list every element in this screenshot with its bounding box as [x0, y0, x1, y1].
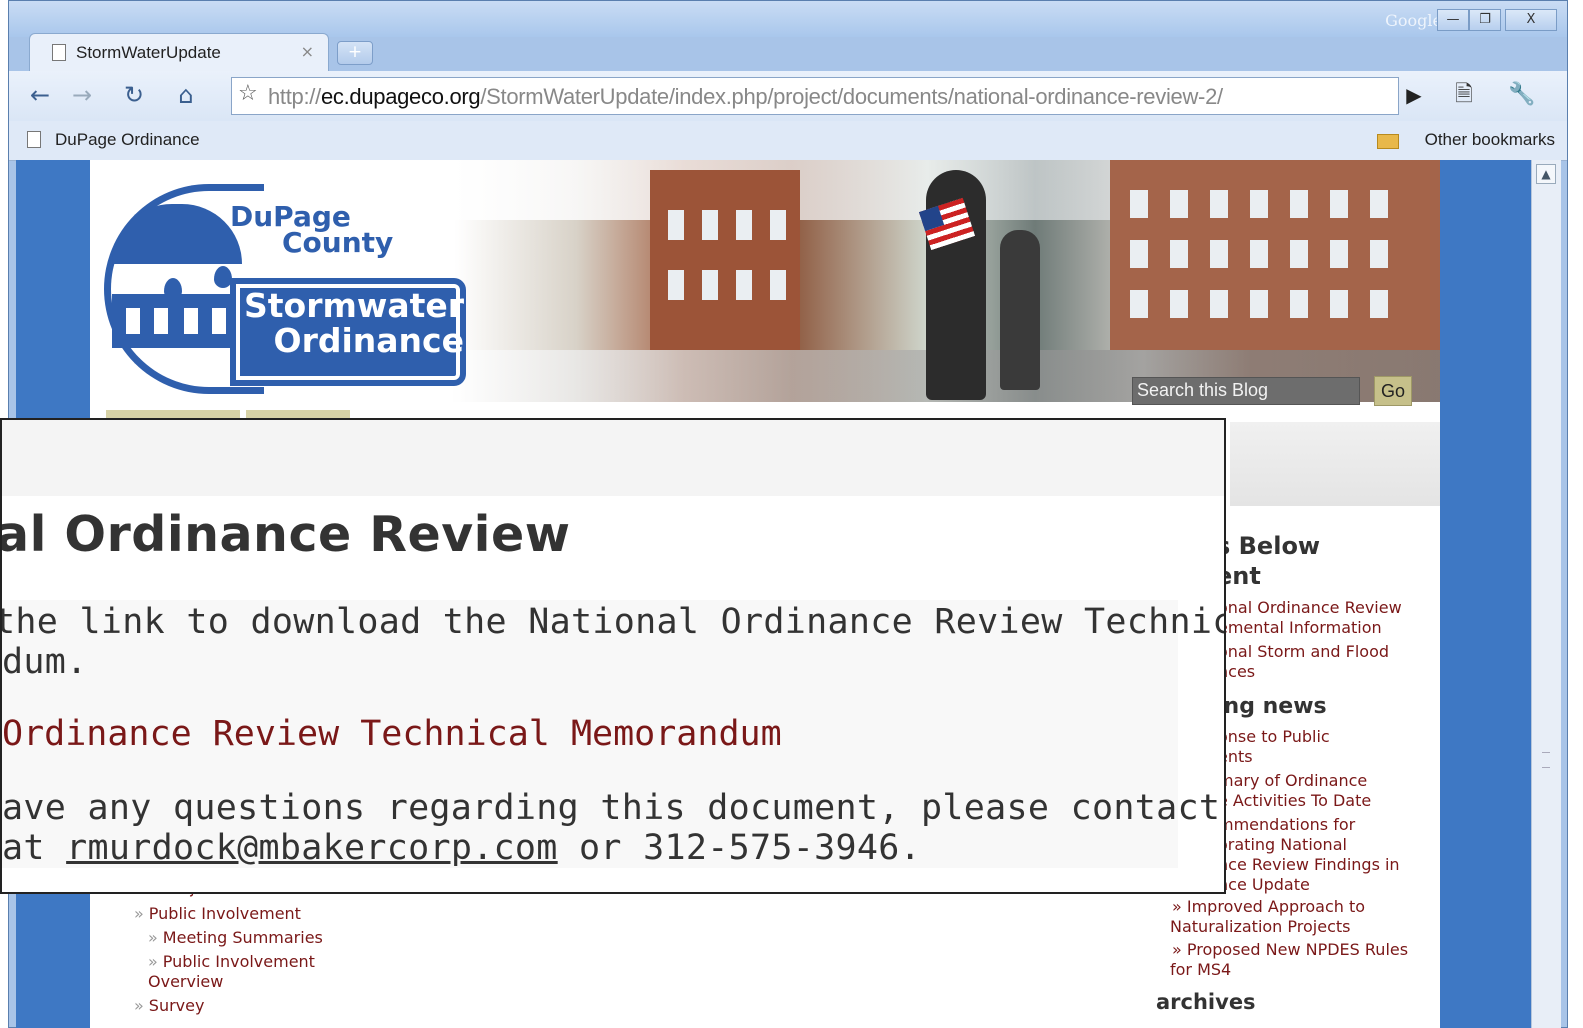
- page-title: al Ordinance Review: [0, 506, 571, 563]
- banner-building-2: [1110, 160, 1440, 350]
- banner-building-1: [650, 170, 800, 350]
- body-line-4: at rmurdock@mbakercorp.com or 312-575-39…: [2, 828, 922, 868]
- logo-houses-icon: [112, 294, 232, 348]
- site-header-banner: DuPage County Stormwater Ordinance: [90, 160, 1440, 402]
- body-line-3: ave any questions regarding this documen…: [2, 788, 1226, 828]
- search-input[interactable]: Search this Blog: [1132, 377, 1360, 405]
- close-window-button[interactable]: X: [1505, 9, 1557, 31]
- nav-public-involvement-overview[interactable]: » Public Involvement Overview: [148, 952, 315, 992]
- back-arrow-icon[interactable]: ←: [23, 79, 57, 113]
- bookmark-dupage-ordinance[interactable]: DuPage Ordinance: [55, 130, 200, 150]
- tab-close-icon[interactable]: ×: [301, 42, 314, 61]
- logo-stormwater-text: Stormwater Ordinance: [244, 288, 464, 358]
- bookmarks-bar: DuPage Ordinance Other bookmarks: [9, 121, 1567, 161]
- page-icon: [52, 44, 66, 61]
- forward-arrow-icon[interactable]: →: [65, 79, 99, 113]
- news-link-npdes[interactable]: » Proposed New NPDES Rules for MS4: [1170, 940, 1408, 980]
- reload-icon[interactable]: ↻: [117, 79, 151, 113]
- scroll-up-arrow-icon[interactable]: ▲: [1536, 164, 1556, 184]
- url-text[interactable]: http://ec.dupageco.org/StormWaterUpdate/…: [268, 84, 1223, 110]
- logo-county-text: DuPage County: [230, 203, 466, 266]
- sidebar-link-national-ordinance[interactable]: onal Ordinance Review emental Information: [1218, 598, 1402, 638]
- nav-survey[interactable]: » Survey: [134, 996, 204, 1016]
- sidebar-heading-news: ing news: [1216, 694, 1327, 719]
- browser-tab[interactable]: StormWaterUpdate ×: [29, 33, 329, 71]
- sidebar-heading-archives: archives: [1156, 990, 1256, 1014]
- news-link-naturalization[interactable]: » Improved Approach to Naturalization Pro…: [1170, 897, 1365, 937]
- callout-top-band: [2, 420, 1224, 496]
- contact-email-link[interactable]: rmurdock@mbakercorp.com: [66, 828, 558, 868]
- logo-line-county: County: [282, 226, 394, 259]
- google-label: Google: [1385, 11, 1442, 30]
- address-bar[interactable]: ☆ http://ec.dupageco.org/StormWaterUpdat…: [231, 77, 1399, 115]
- home-icon[interactable]: ⌂: [169, 79, 203, 113]
- toolbar: ← → ↻ ⌂ ☆ http://ec.dupageco.org/StormWa…: [9, 71, 1567, 121]
- tab-title: StormWaterUpdate: [76, 43, 221, 62]
- star-icon[interactable]: ☆: [238, 81, 258, 106]
- nav-meeting-summaries[interactable]: » Meeting Summaries: [148, 928, 323, 948]
- search-go-button[interactable]: Go: [1374, 376, 1412, 406]
- news-link-recommendations[interactable]: mmendations for orating National nce Revie…: [1218, 815, 1400, 895]
- title-bar: Google — ❐ X: [9, 1, 1567, 37]
- logo-line-ordinance: Ordinance: [273, 321, 464, 360]
- new-tab-button[interactable]: +: [337, 41, 373, 65]
- bookmark-page-icon: [27, 131, 41, 148]
- news-link-summary[interactable]: mary of Ordinance e Activities To Date: [1218, 771, 1371, 811]
- zoom-callout: al Ordinance Review the link to download…: [0, 418, 1226, 894]
- other-bookmarks[interactable]: Other bookmarks: [1425, 130, 1555, 150]
- logo-line-stormwater: Stormwater: [244, 286, 465, 325]
- go-arrow-icon[interactable]: ▶: [1397, 79, 1431, 113]
- scroll-grip[interactable]: [1542, 752, 1550, 768]
- nav-public-involvement[interactable]: » Public Involvement: [134, 904, 301, 924]
- body-line-1: the link to download the National Ordina…: [0, 602, 1226, 642]
- news-link-response[interactable]: onse to Public ents: [1218, 727, 1330, 767]
- sidebar-heading-documents: s Below: [1216, 532, 1321, 560]
- memorandum-download-link[interactable]: Ordinance Review Technical Memorandum: [2, 714, 782, 754]
- minimize-button[interactable]: —: [1437, 9, 1469, 31]
- body-line-2: dum.: [2, 642, 88, 682]
- sidebar-top-panel: [1230, 422, 1440, 506]
- banner-child-statue: [1000, 230, 1040, 390]
- wrench-menu-icon[interactable]: 🔧: [1505, 79, 1539, 113]
- maximize-button[interactable]: ❐: [1469, 9, 1501, 31]
- sidebar-link-national-storm[interactable]: onal Storm and Flood nces: [1218, 642, 1389, 682]
- vertical-scrollbar[interactable]: ▲: [1531, 160, 1561, 1028]
- folder-icon: [1377, 134, 1399, 149]
- page-menu-icon[interactable]: 🗎: [1447, 79, 1481, 113]
- site-logo[interactable]: DuPage County Stormwater Ordinance: [104, 174, 466, 394]
